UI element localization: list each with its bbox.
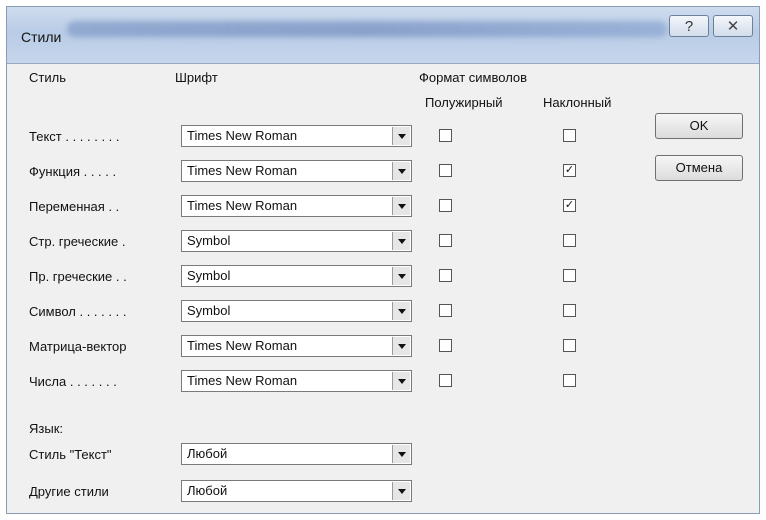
- header-style: Стиль: [29, 70, 66, 85]
- italic-checkbox-text[interactable]: [563, 129, 576, 142]
- font-select-variable[interactable]: Times New Roman: [181, 195, 412, 217]
- italic-checkbox-matrix-vector[interactable]: [563, 339, 576, 352]
- bold-checkbox-text[interactable]: [439, 129, 452, 142]
- chevron-down-icon[interactable]: [392, 232, 410, 250]
- bold-checkbox-symbol[interactable]: [439, 304, 452, 317]
- styles-dialog: Стили ? ✕ Стиль Шрифт Формат символов По…: [6, 6, 760, 514]
- bold-checkbox-uc-greek[interactable]: [439, 269, 452, 282]
- other-styles-language-select[interactable]: Любой: [181, 480, 412, 502]
- chevron-down-icon[interactable]: [392, 482, 410, 500]
- header-bold: Полужирный: [425, 95, 503, 110]
- font-select-value: Times New Roman: [187, 128, 298, 143]
- cancel-button[interactable]: Отмена: [655, 155, 743, 181]
- chevron-down-icon[interactable]: [392, 372, 410, 390]
- font-select-value: Symbol: [187, 268, 231, 283]
- chevron-down-icon[interactable]: [392, 162, 410, 180]
- row-label-numbers: Числа . . . . . . .: [29, 374, 117, 389]
- bold-checkbox-variable[interactable]: [439, 199, 452, 212]
- text-style-language-value: Любой: [187, 446, 228, 461]
- header-format: Формат символов: [419, 70, 528, 85]
- font-select-value: Symbol: [187, 303, 231, 318]
- close-button[interactable]: ✕: [713, 15, 753, 37]
- dialog-title: Стили: [21, 29, 62, 45]
- font-select-symbol[interactable]: Symbol: [181, 300, 412, 322]
- font-select-value: Times New Roman: [187, 338, 298, 353]
- chevron-down-icon[interactable]: [392, 445, 410, 463]
- text-style-language-label: Стиль "Текст": [29, 447, 112, 462]
- bold-checkbox-function[interactable]: [439, 164, 452, 177]
- header-italic: Наклонный: [543, 95, 612, 110]
- chevron-down-icon[interactable]: [392, 197, 410, 215]
- font-select-value: Times New Roman: [187, 373, 298, 388]
- blurred-background-text: [67, 21, 667, 37]
- font-select-lc-greek[interactable]: Symbol: [181, 230, 412, 252]
- chevron-down-icon[interactable]: [392, 267, 410, 285]
- row-label-text: Текст . . . . . . . .: [29, 129, 120, 144]
- italic-checkbox-lc-greek[interactable]: [563, 234, 576, 247]
- bold-checkbox-lc-greek[interactable]: [439, 234, 452, 247]
- title-bar: Стили ? ✕: [7, 7, 759, 64]
- other-styles-language-label: Другие стили: [29, 484, 109, 499]
- row-label-matrix-vector: Матрица-вектор: [29, 339, 127, 354]
- font-select-value: Times New Roman: [187, 163, 298, 178]
- italic-checkbox-function[interactable]: ✓: [563, 164, 576, 177]
- row-label-variable: Переменная . .: [29, 199, 120, 214]
- bold-checkbox-matrix-vector[interactable]: [439, 339, 452, 352]
- chevron-down-icon[interactable]: [392, 302, 410, 320]
- font-select-text[interactable]: Times New Roman: [181, 125, 412, 147]
- bold-checkbox-numbers[interactable]: [439, 374, 452, 387]
- row-label-function: Функция . . . . .: [29, 164, 117, 179]
- chevron-down-icon[interactable]: [392, 337, 410, 355]
- italic-checkbox-variable[interactable]: ✓: [563, 199, 576, 212]
- font-select-numbers[interactable]: Times New Roman: [181, 370, 412, 392]
- font-select-value: Times New Roman: [187, 198, 298, 213]
- text-style-language-select[interactable]: Любой: [181, 443, 412, 465]
- header-font: Шрифт: [175, 70, 218, 85]
- font-select-value: Symbol: [187, 233, 231, 248]
- language-heading: Язык:: [29, 421, 63, 436]
- font-select-uc-greek[interactable]: Symbol: [181, 265, 412, 287]
- row-label-uc-greek: Пр. греческие . .: [29, 269, 127, 284]
- italic-checkbox-symbol[interactable]: [563, 304, 576, 317]
- other-styles-language-value: Любой: [187, 483, 228, 498]
- help-button[interactable]: ?: [669, 15, 709, 37]
- font-select-matrix-vector[interactable]: Times New Roman: [181, 335, 412, 357]
- italic-checkbox-numbers[interactable]: [563, 374, 576, 387]
- italic-checkbox-uc-greek[interactable]: [563, 269, 576, 282]
- row-label-lc-greek: Стр. греческие .: [29, 234, 126, 249]
- ok-button[interactable]: OK: [655, 113, 743, 139]
- row-label-symbol: Символ . . . . . . .: [29, 304, 127, 319]
- chevron-down-icon[interactable]: [392, 127, 410, 145]
- font-select-function[interactable]: Times New Roman: [181, 160, 412, 182]
